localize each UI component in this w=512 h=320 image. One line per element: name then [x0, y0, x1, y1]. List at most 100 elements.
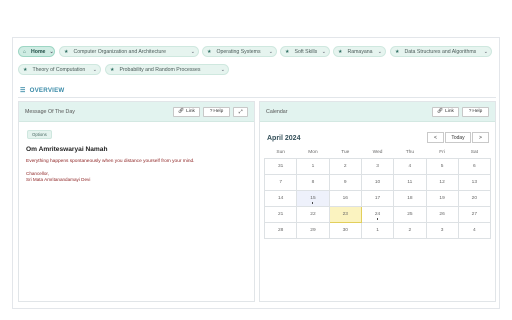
- calendar-day[interactable]: 22: [296, 206, 330, 223]
- help-label: Help: [213, 109, 224, 114]
- star-icon: ★: [110, 66, 115, 73]
- message-of-the-day-panel: Message Of The Day 🔗︎ Link ? Help ⤢ Option…: [18, 101, 255, 302]
- calendar-day[interactable]: 10: [360, 174, 395, 191]
- calendar-day[interactable]: 23: [328, 206, 362, 223]
- calendar-day[interactable]: 6: [457, 158, 492, 175]
- calendar-day[interactable]: 21: [263, 206, 298, 223]
- day-number: 19: [439, 196, 445, 201]
- calendar-day[interactable]: 4: [393, 158, 427, 175]
- prev-month-button[interactable]: <: [427, 132, 444, 143]
- expand-button[interactable]: ⤢: [233, 106, 248, 117]
- help-label: Help: [472, 109, 483, 114]
- tab-operating-systems[interactable]: ★ Operating Systems ⌄: [202, 46, 277, 57]
- chevron-down-icon[interactable]: ⌄: [265, 49, 273, 55]
- calendar-day[interactable]: 9: [328, 174, 362, 191]
- calendar-day[interactable]: 13: [457, 174, 492, 191]
- calendar-day[interactable]: 7: [263, 174, 298, 191]
- tab-theory-of-computation[interactable]: ★ Theory of Computation ⌄: [18, 64, 101, 75]
- link-label: Link: [445, 109, 454, 114]
- divider: [18, 97, 496, 98]
- today-button[interactable]: Today: [445, 132, 471, 143]
- calendar-day[interactable]: 20: [457, 190, 492, 207]
- calendar-day[interactable]: 15: [296, 190, 330, 207]
- calendar-day[interactable]: 25: [393, 206, 427, 223]
- day-number: 17: [374, 196, 381, 201]
- tab-data-structures[interactable]: ★ Data Structures and Algorithms ⌄: [390, 46, 492, 57]
- chevron-down-icon[interactable]: ⌄: [45, 49, 53, 55]
- tab-label: Operating Systems: [216, 48, 261, 55]
- calendar-day[interactable]: 8: [296, 174, 330, 191]
- calendar-day[interactable]: 1: [296, 158, 330, 175]
- help-button[interactable]: ? Help: [462, 106, 489, 117]
- calendar-day[interactable]: 29: [296, 222, 330, 239]
- calendar-day[interactable]: 24: [360, 206, 395, 223]
- next-month-button[interactable]: >: [472, 132, 489, 143]
- chevron-down-icon[interactable]: ⌄: [89, 67, 97, 73]
- chevron-down-icon[interactable]: ⌄: [374, 49, 382, 55]
- chevron-down-icon[interactable]: ⌄: [187, 49, 195, 55]
- day-number: 8: [311, 180, 315, 185]
- panel-title: Message Of The Day: [25, 108, 75, 115]
- star-icon: ★: [338, 48, 343, 55]
- help-icon: ?: [209, 109, 213, 114]
- weekday-label: Wed: [372, 150, 383, 155]
- link-button[interactable]: 🔗︎ Link: [173, 106, 200, 117]
- tab-home[interactable]: ⌂ Home ⌄: [18, 46, 55, 57]
- calendar-day[interactable]: 11: [393, 174, 427, 191]
- day-number: 14: [277, 196, 284, 201]
- calendar-week: 28 29 30 1 2 3 4: [263, 222, 492, 239]
- chevron-down-icon[interactable]: ⌄: [217, 67, 225, 73]
- calendar-day[interactable]: 5: [425, 158, 459, 175]
- star-icon: ★: [23, 66, 28, 73]
- link-icon: 🔗︎: [437, 109, 444, 114]
- calendar-day[interactable]: 18: [393, 190, 427, 207]
- calendar-day[interactable]: 1: [360, 222, 395, 239]
- tab-label: Data Structures and Algorithms: [404, 48, 477, 55]
- help-button[interactable]: ? Help: [203, 106, 230, 117]
- calendar-day[interactable]: 28: [263, 222, 298, 239]
- calendar-week: 7 8 9 10 11 12 13: [263, 174, 492, 191]
- day-number: 1: [311, 164, 315, 169]
- calendar-panel: Calendar 🔗︎ Link ? Help April 2024 < Today…: [259, 101, 496, 302]
- calendar-day[interactable]: 4: [457, 222, 492, 239]
- tab-computer-organization[interactable]: ★ Computer Organization and Architecture ⌄: [59, 46, 199, 57]
- list-icon: ☰: [20, 88, 26, 94]
- weekday-label: Sat: [470, 150, 478, 155]
- calendar-day[interactable]: 3: [360, 158, 395, 175]
- panel-header: Calendar 🔗︎ Link ? Help: [260, 102, 495, 122]
- day-number: 23: [342, 212, 348, 217]
- calendar-day[interactable]: 26: [425, 206, 459, 223]
- calendar-day[interactable]: 30: [328, 222, 362, 239]
- panel-title: Calendar: [266, 108, 288, 115]
- day-number: 4: [408, 164, 412, 169]
- calendar-day[interactable]: 16: [328, 190, 362, 207]
- tab-ramayana[interactable]: ★ Ramayana ⌄: [333, 46, 386, 57]
- options-button[interactable]: Options: [27, 130, 52, 139]
- day-number: 29: [310, 228, 316, 233]
- calendar-day[interactable]: 2: [328, 158, 362, 175]
- signature-name: Sri Mata Amritanandamayi Devi: [26, 177, 91, 182]
- calendar-day[interactable]: 27: [457, 206, 492, 223]
- tab-soft-skills[interactable]: ★ Soft Skills ⌄: [280, 46, 330, 57]
- calendar-day[interactable]: 3: [425, 222, 459, 239]
- chevron-down-icon[interactable]: ⌄: [318, 49, 326, 55]
- event-dot: [376, 218, 379, 220]
- star-icon: ★: [64, 48, 69, 55]
- chevron-down-icon[interactable]: ⌄: [480, 49, 488, 55]
- calendar-day[interactable]: 31: [263, 158, 298, 175]
- calendar-week: 14 15 16 17 18 19 20: [263, 190, 492, 207]
- day-number: 6: [473, 164, 476, 169]
- event-dot: [311, 202, 314, 204]
- calendar-day[interactable]: 17: [360, 190, 395, 207]
- weekday-label: Tue: [341, 150, 350, 155]
- day-number: 7: [279, 180, 282, 185]
- calendar-day[interactable]: 19: [425, 190, 459, 207]
- tab-probability[interactable]: ★ Probability and Random Processes ⌄: [105, 64, 229, 75]
- calendar-day[interactable]: 2: [393, 222, 427, 239]
- day-number: 27: [471, 212, 478, 217]
- link-button[interactable]: 🔗︎ Link: [432, 106, 459, 117]
- calendar-day[interactable]: 14: [263, 190, 298, 207]
- calendar-day[interactable]: 12: [425, 174, 459, 191]
- star-icon: ★: [285, 48, 290, 55]
- day-number: 2: [408, 228, 412, 233]
